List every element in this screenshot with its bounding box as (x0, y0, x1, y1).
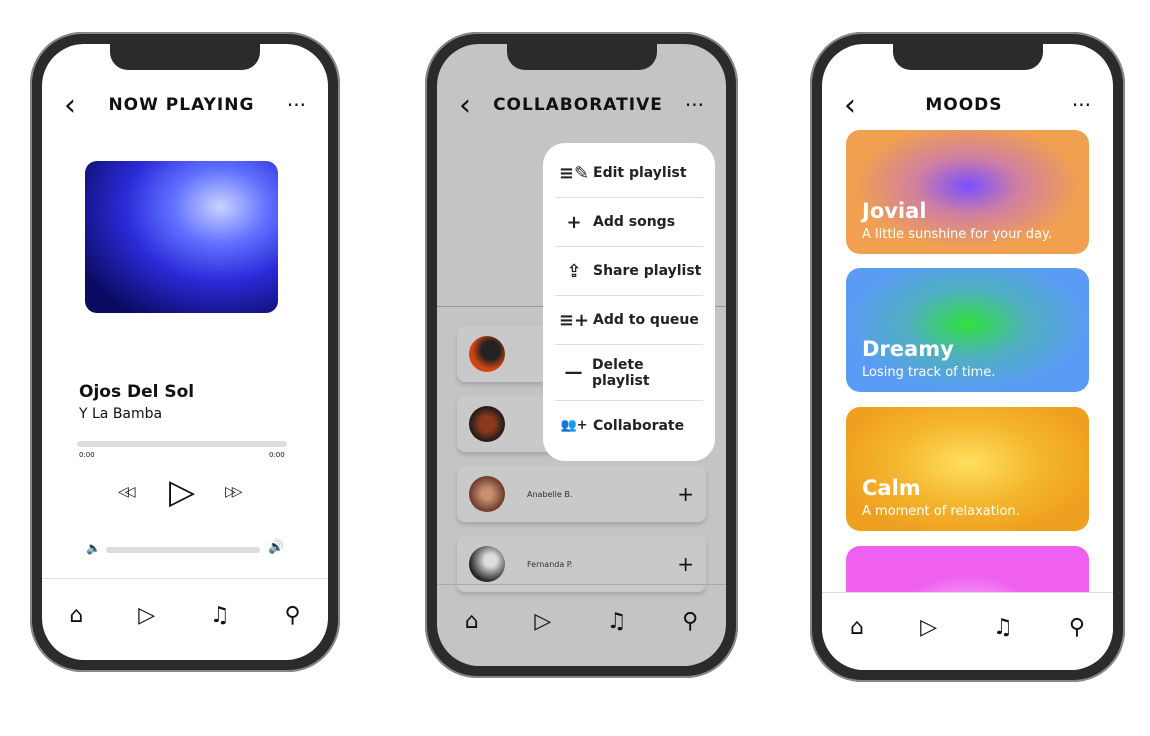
phone-moods: ‹ MOODS ··· Jovial A little sunshine for yo… (810, 32, 1125, 682)
moods-screen: ‹ MOODS ··· Jovial A little sunshine for yo… (822, 44, 1113, 670)
bottom-nav: ⌂ ▷ ♫ ⚲ (822, 592, 1113, 670)
play-circle-icon[interactable]: ▷ (534, 609, 551, 634)
more-icon[interactable]: ··· (1072, 93, 1091, 117)
play-icon[interactable]: ▷ (169, 472, 195, 512)
more-icon[interactable]: ··· (287, 93, 306, 117)
playlist-options-menu: ≡✎ Edit playlist + Add songs ⇪ Share playli… (543, 143, 715, 461)
mood-card-dreamy[interactable]: Dreamy Losing track of time. (846, 268, 1089, 392)
play-circle-icon[interactable]: ▷ (138, 603, 155, 628)
music-icon[interactable]: ♫ (210, 603, 230, 628)
search-icon[interactable]: ⚲ (1069, 615, 1085, 640)
mood-subtitle: A little sunshine for your day. (862, 227, 1052, 242)
elapsed-time: 0:00 (79, 451, 95, 459)
avatar (469, 406, 505, 442)
back-icon[interactable]: ‹ (64, 88, 76, 123)
back-icon[interactable]: ‹ (459, 88, 471, 123)
mood-card-calm[interactable]: Calm A moment of relaxation. (846, 407, 1089, 531)
page-title: COLLABORATIVE (493, 95, 663, 115)
progress-bar[interactable] (77, 441, 287, 447)
page-title: MOODS (925, 95, 1003, 115)
song-title: Ojos Del Sol (79, 382, 195, 402)
music-icon[interactable]: ♫ (607, 609, 627, 634)
mood-subtitle: A moment of relaxation. (862, 504, 1020, 519)
add-user-icon: 👥+ (560, 418, 588, 433)
menu-label: Share playlist (593, 263, 702, 279)
user-name: Anabelle B. (527, 489, 573, 499)
volume-slider[interactable] (106, 547, 260, 553)
menu-label: Add songs (593, 214, 676, 230)
notch (506, 44, 657, 70)
menu-label: Add to queue (593, 312, 699, 328)
play-circle-icon[interactable]: ▷ (920, 615, 937, 640)
add-user-plus-icon[interactable]: + (677, 482, 694, 506)
album-art (85, 161, 278, 313)
menu-label: Delete playlist (591, 356, 650, 389)
user-row: Anabelle B. + (457, 466, 706, 522)
menu-item-collaborate[interactable]: 👥+ Collaborate (555, 401, 703, 450)
avatar (469, 336, 505, 372)
forward-icon[interactable]: ▷▷ (225, 484, 242, 500)
rewind-icon[interactable]: ◁◁ (118, 484, 135, 500)
music-icon[interactable]: ♫ (993, 615, 1013, 640)
mood-title: Jovial (862, 199, 927, 223)
user-name: Fernanda P. (527, 559, 573, 569)
menu-item-delete-playlist[interactable]: — Delete playlist (555, 345, 703, 401)
mood-card-jovial[interactable]: Jovial A little sunshine for your day. (846, 130, 1089, 254)
edit-list-icon: ≡✎ (558, 162, 590, 184)
mood-title: Dreamy (862, 337, 954, 361)
menu-item-add-songs[interactable]: + Add songs (555, 198, 703, 247)
share-icon: ⇪ (566, 260, 582, 282)
volume-high-icon: 🔊 (268, 540, 285, 555)
notch (110, 44, 260, 70)
add-user-plus-icon[interactable]: + (677, 552, 694, 576)
menu-item-add-to-queue[interactable]: ≡+ Add to queue (555, 296, 703, 345)
home-icon[interactable]: ⌂ (69, 603, 83, 628)
menu-label: Collaborate (593, 417, 685, 434)
back-icon[interactable]: ‹ (844, 88, 856, 123)
bottom-nav: ⌂ ▷ ♫ ⚲ (42, 578, 328, 660)
avatar (469, 476, 505, 512)
plus-icon: + (566, 211, 582, 233)
phone-now-playing: ‹ NOW PLAYING ··· Ojos Del Sol Y La Bamba … (30, 32, 340, 672)
more-icon[interactable]: ··· (685, 93, 704, 117)
menu-item-share-playlist[interactable]: ⇪ Share playlist (555, 247, 703, 296)
bottom-nav: ⌂ ▷ ♫ ⚲ (437, 584, 726, 666)
mood-title: Calm (862, 476, 921, 500)
search-icon[interactable]: ⚲ (682, 609, 698, 634)
phone-collaborative: ‹ COLLABORATIVE ··· Anabelle B. + Fernanda … (425, 32, 738, 678)
minus-icon: — (564, 362, 583, 383)
mood-subtitle: Losing track of time. (862, 365, 996, 380)
search-icon[interactable]: ⚲ (284, 603, 300, 628)
volume-low-icon: 🔈 (86, 541, 101, 555)
duration-time: 0:00 (269, 451, 285, 459)
avatar (469, 546, 505, 582)
menu-item-edit-playlist[interactable]: ≡✎ Edit playlist (555, 149, 703, 198)
page-title: NOW PLAYING (108, 95, 255, 115)
artist-name: Y La Bamba (79, 406, 163, 422)
notch (892, 44, 1043, 70)
home-icon[interactable]: ⌂ (850, 615, 864, 640)
menu-label: Edit playlist (593, 165, 687, 181)
now-playing-screen: ‹ NOW PLAYING ··· Ojos Del Sol Y La Bamba … (42, 44, 328, 660)
home-icon[interactable]: ⌂ (465, 609, 479, 634)
queue-add-icon: ≡+ (558, 309, 590, 331)
collaborative-screen: ‹ COLLABORATIVE ··· Anabelle B. + Fernanda … (437, 44, 726, 666)
